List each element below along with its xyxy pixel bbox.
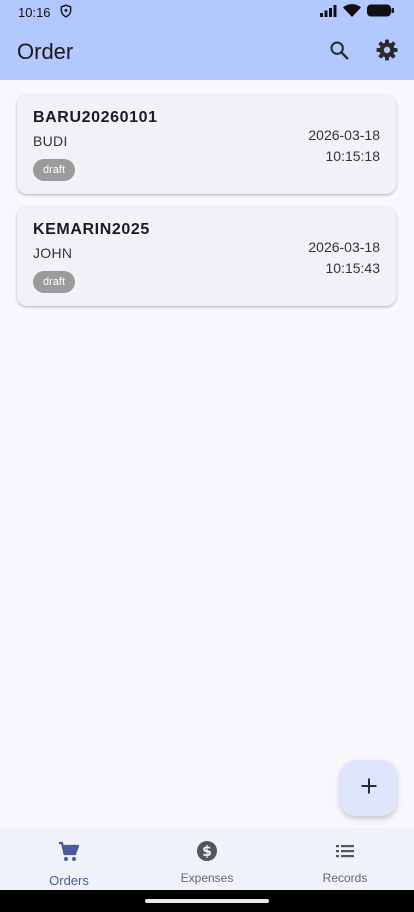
status-bar-right [320, 4, 394, 20]
bottom-navigation: Orders $ Expenses Records [0, 828, 414, 890]
svg-text:$: $ [202, 844, 212, 860]
order-datetime: 2026-03-18 10:15:18 [308, 125, 380, 167]
order-code: KEMARIN2025 [33, 221, 150, 238]
nav-label-orders: Orders [49, 873, 89, 888]
order-card[interactable]: BARU20260101 BUDI draft 2026-03-18 10:15… [17, 95, 396, 194]
wifi-icon [343, 4, 361, 20]
customer-name: JOHN [33, 245, 73, 261]
search-button[interactable] [324, 37, 354, 67]
signal-icon [320, 4, 337, 20]
search-icon [328, 39, 350, 66]
dollar-circle-icon: $ [196, 840, 218, 867]
nav-item-orders[interactable]: Orders [0, 828, 138, 890]
nav-item-records[interactable]: Records [276, 828, 414, 890]
app-bar-actions [324, 37, 402, 67]
nav-label-expenses: Expenses [180, 871, 234, 885]
status-bar: 10:16 [0, 0, 414, 24]
order-date: 2026-03-18 [308, 239, 380, 255]
settings-gear-icon [375, 38, 399, 67]
gesture-navigation-bar [0, 890, 414, 912]
vpn-shield-icon [59, 3, 73, 21]
add-order-button[interactable] [340, 760, 397, 816]
order-date: 2026-03-18 [308, 127, 380, 143]
order-code: BARU20260101 [33, 109, 158, 126]
order-card[interactable]: KEMARIN2025 JOHN draft 2026-03-18 10:15:… [17, 207, 396, 306]
status-badge: draft [33, 271, 76, 293]
order-list: BARU20260101 BUDI draft 2026-03-18 10:15… [17, 95, 396, 319]
shopping-cart-icon [57, 840, 81, 869]
app-bar: Order [0, 24, 414, 80]
order-time: 10:15:43 [325, 260, 381, 276]
nav-item-expenses[interactable]: $ Expenses [138, 828, 276, 890]
plus-icon [360, 777, 378, 800]
status-bar-left: 10:16 [18, 3, 73, 21]
list-icon [334, 840, 356, 867]
nav-label-records: Records [322, 871, 368, 885]
order-time: 10:15:18 [325, 148, 381, 164]
page-title: Order [17, 39, 74, 64]
home-gesture-handle[interactable] [145, 899, 269, 903]
customer-name: BUDI [33, 133, 68, 149]
status-badge: draft [33, 159, 76, 181]
battery-icon [367, 4, 394, 20]
status-time: 10:16 [18, 4, 51, 20]
settings-button[interactable] [372, 37, 402, 67]
order-datetime: 2026-03-18 10:15:43 [308, 237, 380, 279]
